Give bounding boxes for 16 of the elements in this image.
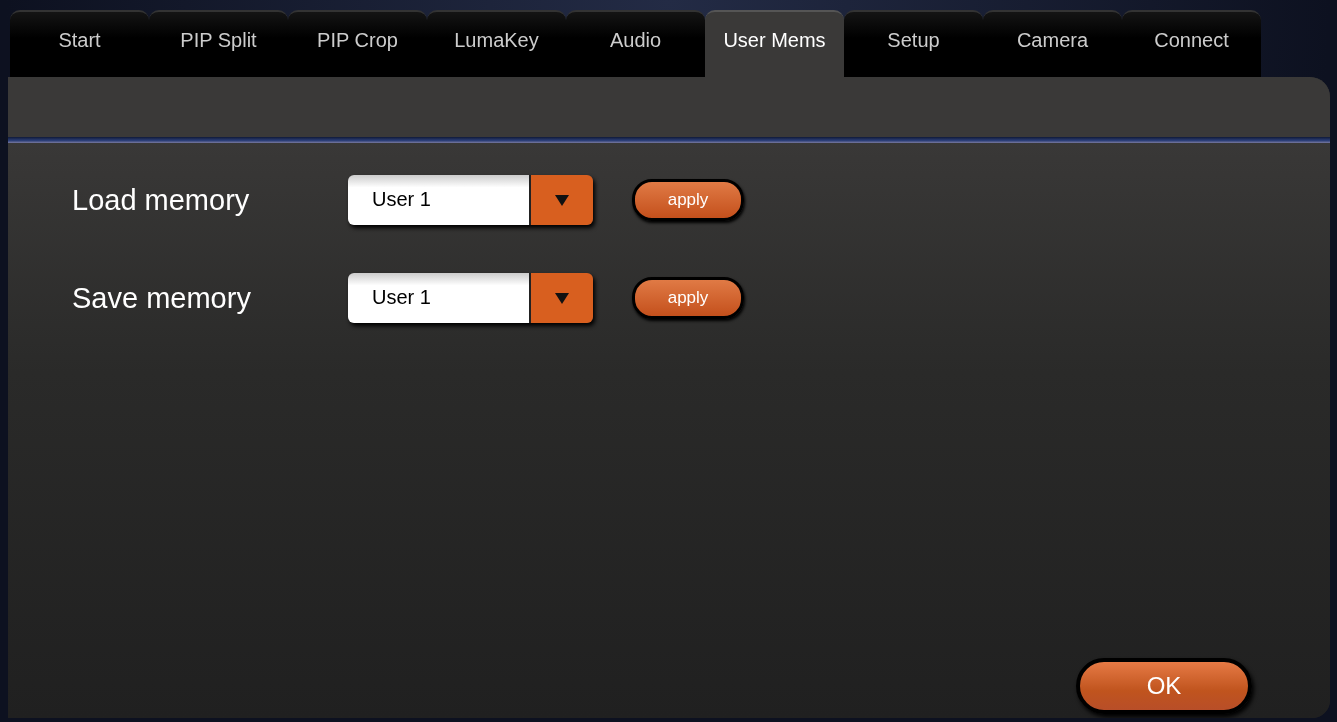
row-label: Load memory [72,183,251,217]
ok-button[interactable]: OK [1076,658,1252,714]
tab[interactable]: PIP Split [149,10,288,77]
caret-icon [555,292,569,304]
tab[interactable]: User Mems [705,10,844,77]
tab[interactable]: Connect [1122,10,1261,77]
tab[interactable]: PIP Crop [288,10,427,77]
tab[interactable]: LumaKey [427,10,566,77]
apply-button[interactable]: apply [632,277,744,319]
caret-icon [555,194,569,206]
apply-button[interactable]: apply [632,179,744,221]
tab[interactable]: Audio [566,10,705,77]
tab[interactable]: Setup [844,10,983,77]
row-label: Save memory [72,281,252,315]
tab[interactable]: Start [10,10,149,77]
tab[interactable]: Camera [983,10,1122,77]
